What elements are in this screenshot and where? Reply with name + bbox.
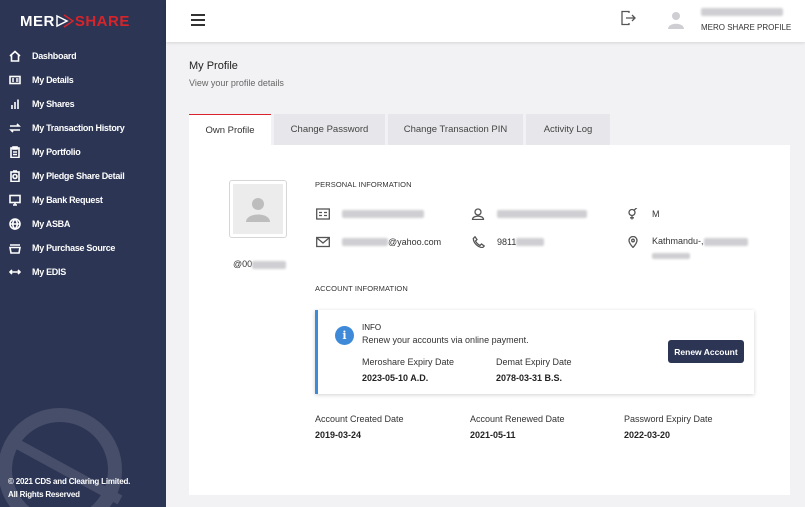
sidebar-item-my-portfolio[interactable]: My Portfolio xyxy=(0,140,166,164)
address-row: Kathmandu-, xyxy=(626,236,748,260)
account-renewed-label: Account Renewed Date xyxy=(470,414,565,424)
tab-change-transaction-pin[interactable]: Change Transaction PIN xyxy=(388,114,523,145)
demat-expiry-label: Demat Expiry Date xyxy=(496,357,572,367)
sidebar-item-transaction-history[interactable]: My Transaction History xyxy=(0,116,166,140)
sidebar-item-pledge-share-detail[interactable]: My Pledge Share Detail xyxy=(0,164,166,188)
tab-change-password[interactable]: Change Password xyxy=(274,114,385,145)
meroshare-expiry-value: 2023-05-10 A.D. xyxy=(362,373,429,383)
sidebar-item-label: My Bank Request xyxy=(32,195,103,205)
email-row: @yahoo.com xyxy=(316,236,441,248)
meroshare-logo[interactable]: MER SHARE xyxy=(0,0,166,42)
sidebar-footer: © 2021 CDS and Clearing Limited. All Rig… xyxy=(8,475,130,501)
id-number-redacted xyxy=(342,210,424,218)
personal-info-title: PERSONAL INFORMATION xyxy=(315,180,412,189)
profile-tabs: Own Profile Change Password Change Trans… xyxy=(189,114,613,145)
rights-text: All Rights Reserved xyxy=(8,490,80,499)
sidebar-item-my-shares[interactable]: My Shares xyxy=(0,92,166,116)
name-row xyxy=(471,208,587,220)
info-message: Renew your accounts via online payment. xyxy=(362,335,529,345)
monitor-icon xyxy=(8,193,22,207)
logo-text-share: SHARE xyxy=(74,12,130,30)
tab-own-profile[interactable]: Own Profile xyxy=(189,114,271,145)
sidebar-item-bank-request[interactable]: My Bank Request xyxy=(0,188,166,212)
phone-redacted xyxy=(516,238,545,246)
sidebar-item-my-details[interactable]: My Details xyxy=(0,68,166,92)
id-number-row xyxy=(316,208,424,220)
hamburger-menu-icon[interactable] xyxy=(191,14,205,26)
topbar: MERO SHARE PROFILE xyxy=(166,0,805,42)
account-created-label: Account Created Date xyxy=(315,414,404,424)
copyright-text: © 2021 CDS and Clearing Limited. xyxy=(8,477,131,486)
password-expiry-value: 2022-03-20 xyxy=(624,430,671,440)
location-pin-icon xyxy=(628,236,638,248)
user-id: @00 xyxy=(233,259,287,269)
address-line2-redacted xyxy=(652,252,690,259)
demat-expiry-value: 2078-03-31 B.S. xyxy=(496,373,563,383)
username-redacted xyxy=(701,8,783,16)
profile-label[interactable]: MERO SHARE PROFILE xyxy=(701,23,791,32)
account-info-title: ACCOUNT INFORMATION xyxy=(315,284,408,293)
email-redacted xyxy=(342,238,388,246)
page-subtitle: View your profile details xyxy=(189,78,284,88)
bar-chart-icon xyxy=(8,97,22,111)
info-icon: i xyxy=(335,326,354,345)
gender-value: M xyxy=(652,209,660,219)
info-title: INFO xyxy=(362,323,382,332)
address-redacted xyxy=(703,237,748,246)
sidebar-item-purchase-source[interactable]: My Purchase Source xyxy=(0,236,166,260)
user-avatar-icon[interactable] xyxy=(668,11,684,29)
sidebar-item-label: My Purchase Source xyxy=(32,243,116,253)
logo-text-mero: MER xyxy=(20,12,55,30)
sidebar-item-label: My Pledge Share Detail xyxy=(32,171,125,181)
page-title: My Profile xyxy=(189,60,238,72)
sidebar-item-label: My EDIS xyxy=(32,267,66,277)
renewal-info-box: i INFO Renew your accounts via online pa… xyxy=(315,310,754,394)
user-id-redacted xyxy=(252,260,287,269)
sidebar-item-label: My Details xyxy=(32,75,74,85)
sidebar-item-label: Dashboard xyxy=(32,51,77,61)
id-card-icon xyxy=(8,73,22,87)
tab-activity-log[interactable]: Activity Log xyxy=(526,114,610,145)
name-redacted xyxy=(497,210,587,218)
user-id-prefix: @00 xyxy=(233,259,253,269)
user-placeholder-icon xyxy=(246,198,270,222)
sidebar-item-my-asba[interactable]: My ASBA xyxy=(0,212,166,236)
sidebar-item-dashboard[interactable]: Dashboard xyxy=(0,44,166,68)
gender-row: M xyxy=(626,208,660,220)
sidebar-item-label: My Transaction History xyxy=(32,123,125,133)
logo-arrow-icon xyxy=(56,14,74,28)
swap-icon xyxy=(8,121,22,135)
pledge-icon xyxy=(8,169,22,183)
sidebar-nav: Dashboard My Details My Shares My Transa… xyxy=(0,44,166,284)
address-value: Kathmandu-, xyxy=(652,236,704,246)
meroshare-expiry-label: Meroshare Expiry Date xyxy=(362,357,455,367)
profile-picture xyxy=(229,180,287,238)
email-domain: @yahoo.com xyxy=(388,237,442,247)
globe-icon xyxy=(8,217,22,231)
sidebar-item-label: My Shares xyxy=(32,99,75,109)
account-created-value: 2019-03-24 xyxy=(315,430,362,440)
inbox-icon xyxy=(8,241,22,255)
arrows-icon xyxy=(8,265,22,279)
sidebar-item-my-edis[interactable]: My EDIS xyxy=(0,260,166,284)
password-expiry-label: Password Expiry Date xyxy=(624,414,713,424)
mail-icon xyxy=(316,236,330,248)
renew-account-button[interactable]: Renew Account xyxy=(668,340,744,363)
phone-prefix: 9811 xyxy=(497,237,517,247)
person-icon xyxy=(471,208,485,220)
logout-icon[interactable] xyxy=(620,10,636,26)
id-card-icon xyxy=(316,208,330,220)
sidebar-item-label: My Portfolio xyxy=(32,147,81,157)
sidebar: MER SHARE Dashboard My Details My Shares… xyxy=(0,0,166,507)
clipboard-icon xyxy=(8,145,22,159)
home-icon xyxy=(8,49,22,63)
gender-icon xyxy=(628,208,638,220)
sidebar-item-label: My ASBA xyxy=(32,219,71,229)
phone-icon xyxy=(472,236,485,248)
account-renewed-value: 2021-05-11 xyxy=(470,430,516,440)
phone-row: 9811 xyxy=(471,236,545,248)
